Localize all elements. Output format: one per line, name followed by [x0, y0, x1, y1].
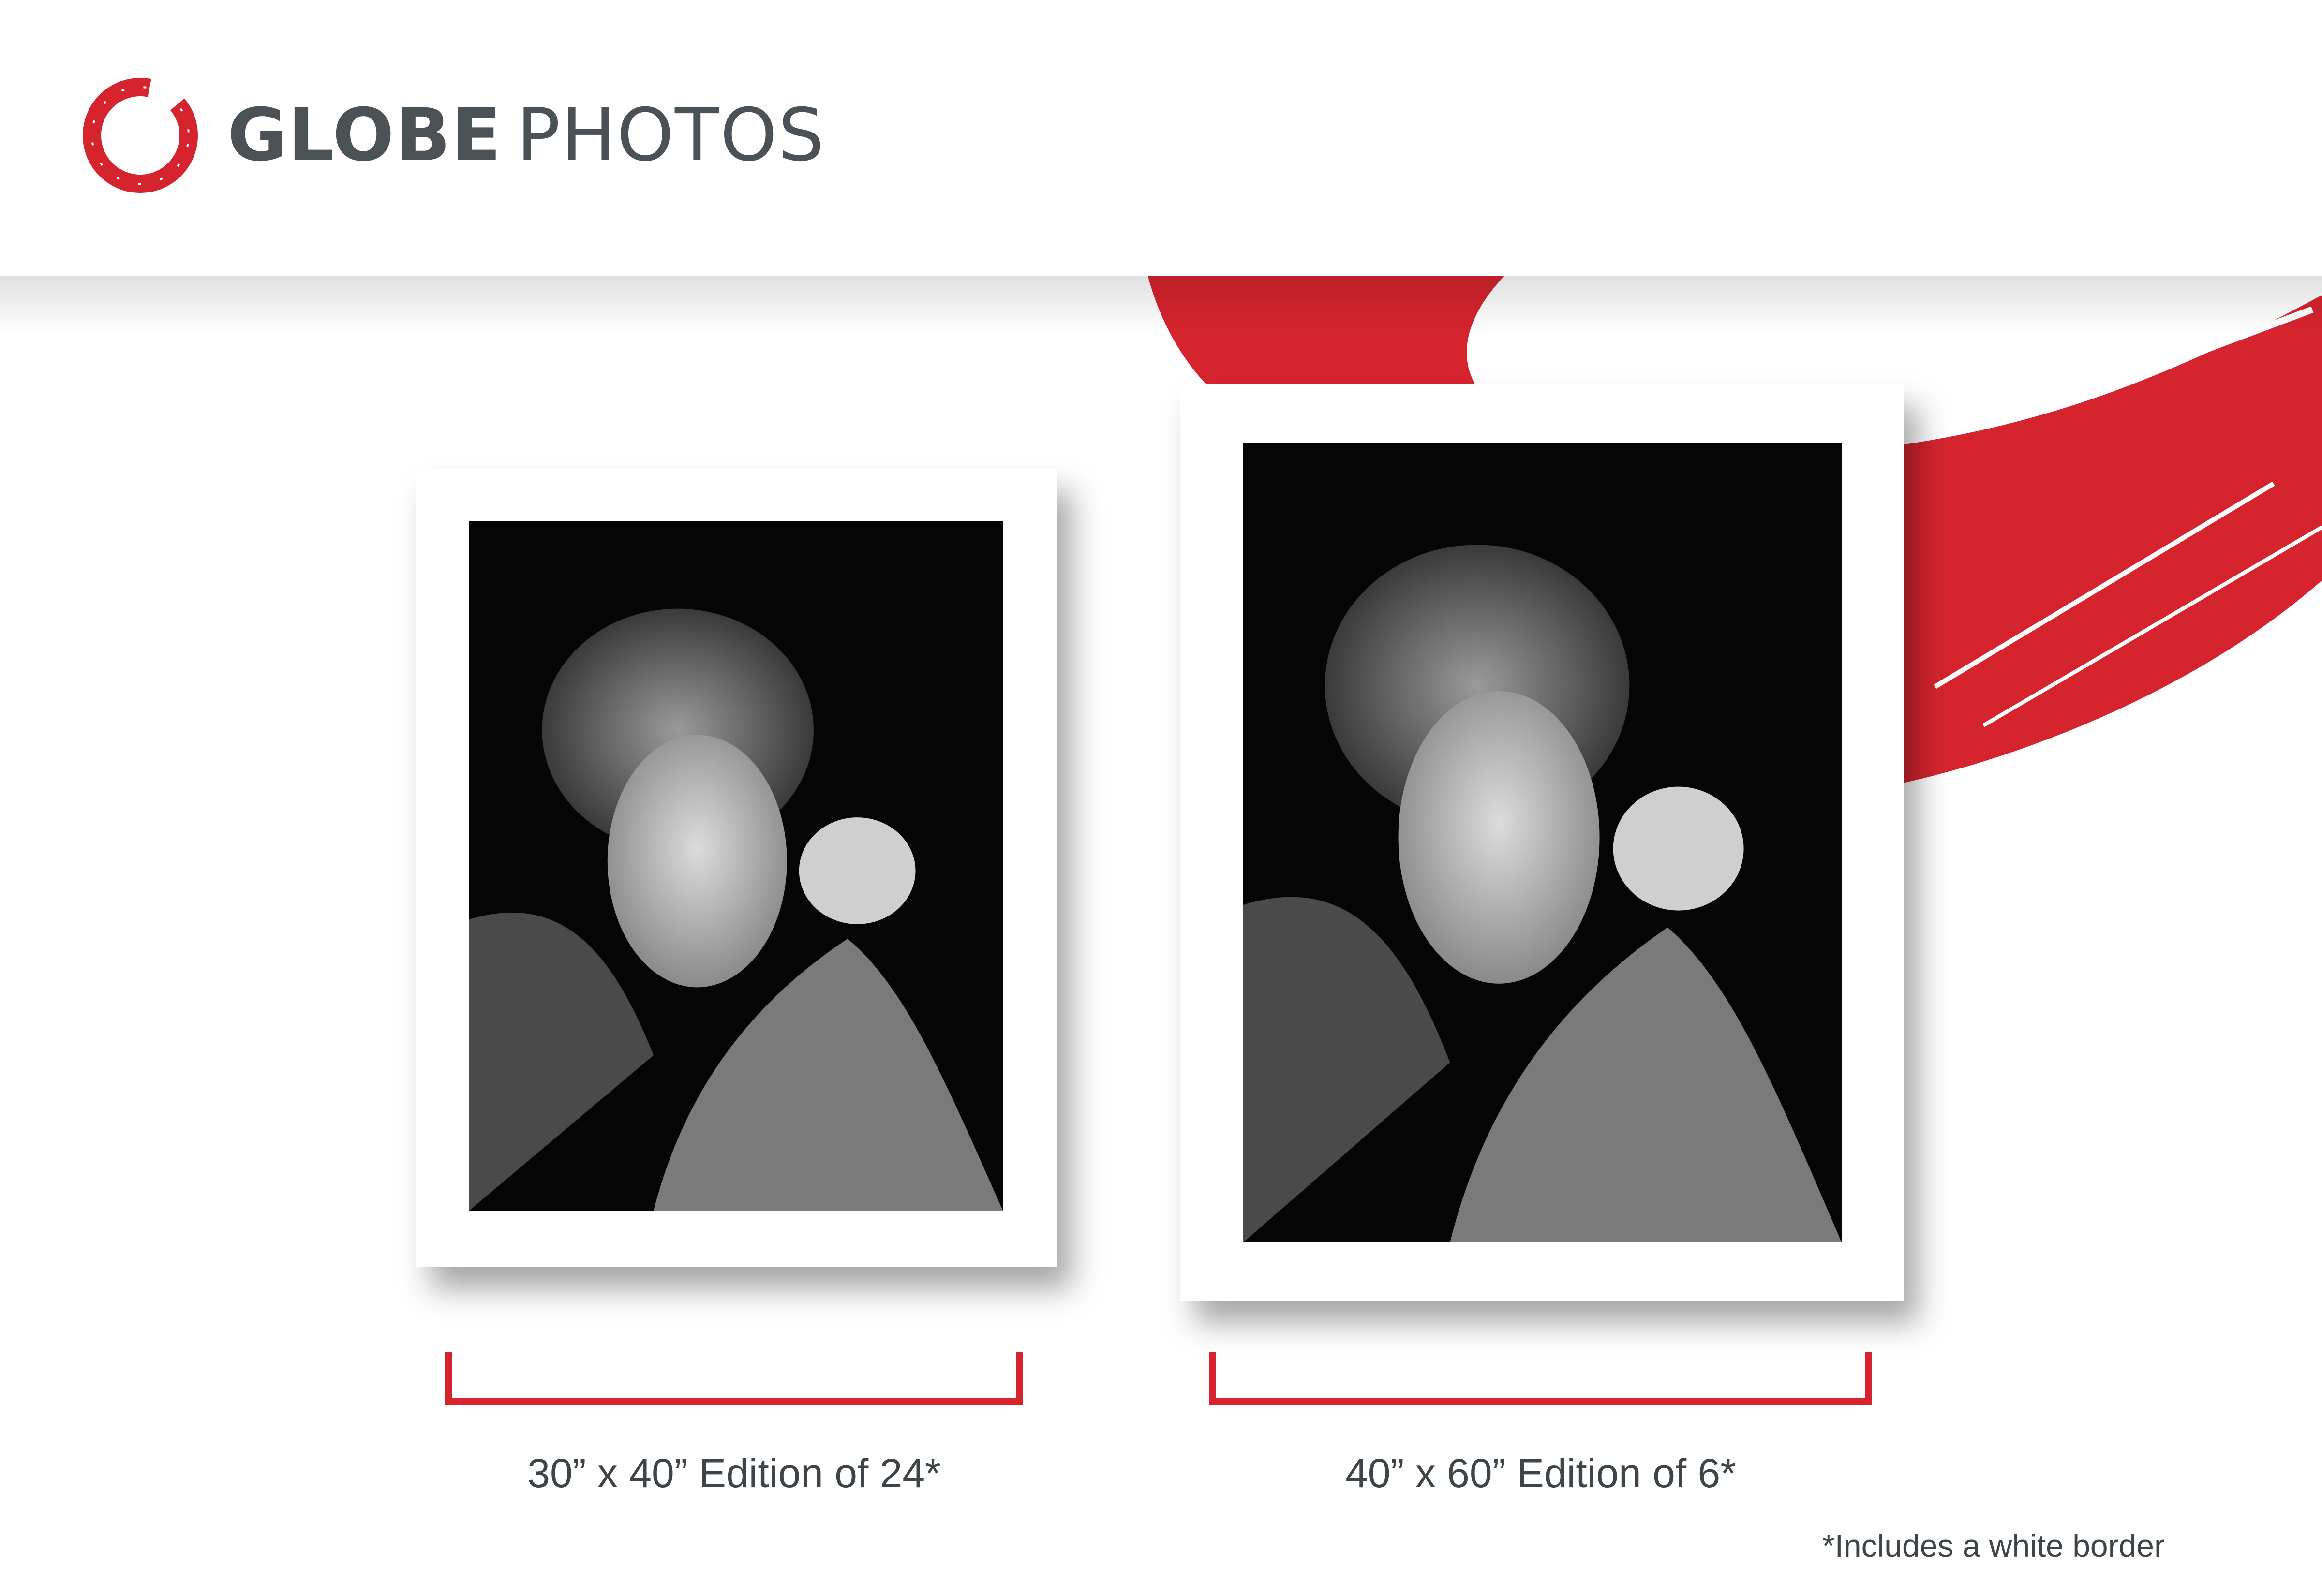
globe-photos-logo[interactable]: GLOBE PHOTOS: [77, 73, 825, 198]
print-preview-large[interactable]: [1180, 384, 1904, 1301]
edition-caption-small[interactable]: 30” x 40” Edition of 24*: [445, 1450, 1023, 1497]
edition-caption-large[interactable]: 40” x 60” Edition of 6*: [1209, 1450, 1872, 1497]
header: GLOBE PHOTOS: [0, 0, 2322, 276]
brand-name: GLOBE PHOTOS: [227, 93, 825, 177]
product-size-comparison-page: GLOBE PHOTOS 30” x 40” Edition of 24* 40…: [0, 0, 2322, 1596]
portrait-photo: [1243, 443, 1842, 1242]
header-shadow: [0, 276, 2322, 334]
brush-circle-icon: [83, 78, 198, 193]
brand-name-light: PHOTOS: [516, 93, 825, 177]
size-bracket-large: [1209, 1352, 1872, 1405]
brand-name-bold: GLOBE: [227, 93, 502, 177]
size-bracket-small: [445, 1352, 1023, 1405]
portrait-photo: [469, 521, 1003, 1211]
print-preview-small[interactable]: [416, 469, 1057, 1267]
border-footnote: *Includes a white border: [1822, 1528, 2165, 1564]
